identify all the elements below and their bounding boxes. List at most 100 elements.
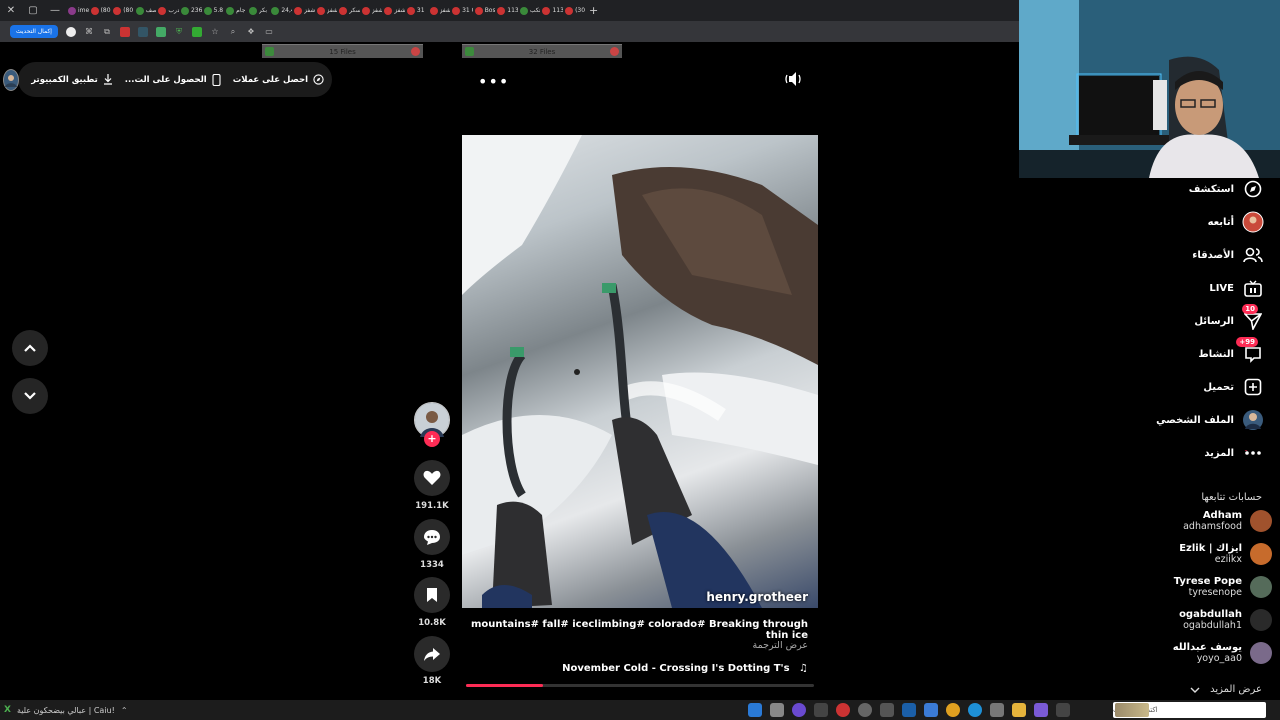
browser-tab[interactable]: شفز xyxy=(292,0,315,21)
browser-tab[interactable]: جام xyxy=(224,0,247,21)
download-item[interactable]: 32 Files xyxy=(462,44,622,58)
download-close-icon[interactable] xyxy=(411,47,420,56)
get-app-button[interactable]: الحصول على الت... xyxy=(125,73,221,86)
extensions-puzzle-icon[interactable]: ❖ xyxy=(246,27,256,37)
app-x-icon[interactable]: X xyxy=(4,705,11,715)
browser-tab[interactable]: درب xyxy=(156,0,179,21)
browser-tab[interactable]: تكب xyxy=(518,0,540,21)
browser-tab[interactable]: Bos xyxy=(473,0,495,21)
browser-tab[interactable]: (80 xyxy=(89,0,112,21)
app-icon[interactable] xyxy=(924,703,938,717)
download-item[interactable]: 15 Files xyxy=(262,44,423,58)
like-button[interactable] xyxy=(414,460,450,496)
share-arrow-icon xyxy=(424,647,440,661)
next-video-button[interactable] xyxy=(12,378,48,414)
following-account[interactable]: Tyrese Pope tyresenope xyxy=(1174,576,1272,598)
chrome-icon[interactable] xyxy=(946,703,960,717)
nav-messages[interactable]: 10 الرسائل xyxy=(1194,304,1264,332)
window-minimize-icon[interactable]: — xyxy=(44,0,66,21)
app-icon[interactable] xyxy=(836,703,850,717)
app-icon[interactable] xyxy=(858,703,872,717)
save-button[interactable] xyxy=(414,577,450,613)
app-icon[interactable] xyxy=(1056,703,1070,717)
nav-friends[interactable]: الأصدقاء xyxy=(1192,244,1264,266)
app-icon[interactable] xyxy=(792,703,806,717)
following-account[interactable]: يوسف عبدالله yoyo_aa0 xyxy=(1173,642,1272,664)
share-button[interactable] xyxy=(414,636,450,672)
folder-icon[interactable] xyxy=(1012,703,1026,717)
app-icon[interactable] xyxy=(1034,703,1048,717)
nav-following[interactable]: أتابعه xyxy=(1208,211,1264,233)
browser-tab[interactable]: 113 xyxy=(540,0,563,21)
following-account[interactable]: Adham adhamsfood xyxy=(1183,510,1272,532)
following-account[interactable]: ogabdullah ogabdullah1 xyxy=(1179,609,1272,631)
browser-tab[interactable]: صف xyxy=(134,0,156,21)
window-close-icon[interactable]: ✕ xyxy=(0,0,22,21)
browser-tab[interactable]: شفز xyxy=(382,0,405,21)
ticker-text: عبالي بيضحكون علية | Caiu! xyxy=(16,705,115,715)
browser-tab[interactable]: سكر xyxy=(337,0,360,21)
browser-tab[interactable]: شفز xyxy=(428,0,450,21)
user-avatar[interactable] xyxy=(3,68,20,91)
nav-more[interactable]: المزيد xyxy=(1204,442,1264,464)
browser-tab[interactable]: 31 C xyxy=(450,0,473,21)
profile-icon[interactable] xyxy=(65,26,76,37)
browser-tab[interactable]: 5.8 xyxy=(202,0,225,21)
browser-tab[interactable]: (80 xyxy=(111,0,134,21)
browser-tab[interactable]: (30 xyxy=(563,0,586,21)
new-tab-button[interactable]: + xyxy=(586,4,602,17)
browser-tab[interactable]: شفز xyxy=(360,0,382,21)
following-account[interactable]: Ezlik | ايزاك eziikx xyxy=(1179,543,1272,565)
browser-tab[interactable]: 113 xyxy=(495,0,518,21)
extension-icon[interactable]: ⌘ xyxy=(84,27,94,37)
download-close-icon[interactable] xyxy=(610,47,619,56)
steam-icon[interactable] xyxy=(902,703,916,717)
tray-arrow-icon[interactable]: ⌃ xyxy=(121,706,128,715)
nav-upload[interactable]: تحميل xyxy=(1203,376,1264,398)
app-icon[interactable] xyxy=(990,703,1004,717)
app-icon[interactable] xyxy=(814,703,828,717)
browser-tab[interactable]: 236 xyxy=(179,0,202,21)
shield-icon[interactable]: ⛨ xyxy=(174,27,184,37)
nav-more-label: المزيد xyxy=(1204,447,1234,459)
nav-profile[interactable]: الملف الشخصي xyxy=(1156,409,1264,431)
app-icon[interactable] xyxy=(748,703,762,717)
browser-tab[interactable]: شفز xyxy=(315,0,338,21)
follow-plus-button[interactable]: + xyxy=(424,431,440,447)
extension-screen-icon[interactable] xyxy=(155,26,166,37)
nav-explore[interactable]: استكشف xyxy=(1189,178,1264,200)
browser-tab[interactable]: ime xyxy=(66,0,89,21)
extension-blue-icon[interactable] xyxy=(137,26,148,37)
sidebar-icon[interactable]: ▭ xyxy=(264,27,274,37)
bookmark-star-icon[interactable]: ☆ xyxy=(210,27,220,37)
get-coins-button[interactable]: احصل على عملات xyxy=(233,74,324,85)
tab-title: شفز xyxy=(326,7,338,14)
browser-tab[interactable]: 24,4 xyxy=(269,0,292,21)
settings-gear-icon[interactable] xyxy=(880,703,894,717)
more-options-icon[interactable]: ••• xyxy=(478,72,509,91)
finish-update-button[interactable]: إكمال التحديث xyxy=(10,25,58,38)
app-icon[interactable] xyxy=(770,703,784,717)
see-translation-link[interactable]: عرض الترجمة xyxy=(462,640,818,651)
see-more-link[interactable]: عرض المزيد xyxy=(1190,684,1262,695)
edge-icon[interactable] xyxy=(968,703,982,717)
following-avatar xyxy=(1250,609,1272,631)
nav-activity[interactable]: 99+ النشاط xyxy=(1198,337,1264,365)
taskbar-search[interactable]: اكتب هنا للبحث xyxy=(1113,702,1266,718)
zoom-icon[interactable]: ⌕ xyxy=(228,27,238,37)
window-restore-icon[interactable]: ▢ xyxy=(22,0,44,21)
browser-tab[interactable]: 31 xyxy=(405,0,428,21)
volume-icon[interactable] xyxy=(784,71,802,87)
previous-video-button[interactable] xyxy=(12,330,48,366)
desktop-app-button[interactable]: تطبيق الكمبيوتر xyxy=(31,74,113,85)
nav-live[interactable]: LIVE xyxy=(1209,277,1264,299)
comment-button[interactable] xyxy=(414,519,450,555)
copy-icon[interactable]: ⧉ xyxy=(102,27,112,37)
video-player[interactable]: henry.grotheer xyxy=(462,135,818,608)
video-progress-bar[interactable] xyxy=(466,684,814,687)
browser-tab[interactable]: بكر xyxy=(247,0,270,21)
extension-red-icon[interactable] xyxy=(119,26,130,37)
music-link[interactable]: November Cold - Crossing I's Dotting T's… xyxy=(462,663,818,674)
tab-favicon-icon xyxy=(90,6,99,15)
extension-green-icon[interactable] xyxy=(191,26,202,37)
